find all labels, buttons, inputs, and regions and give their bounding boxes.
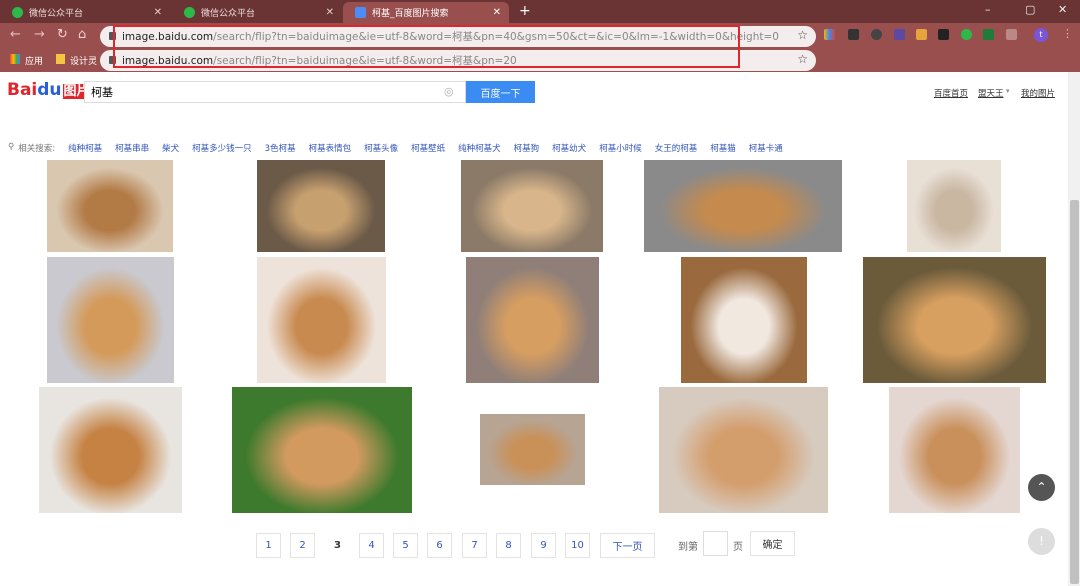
related-search-link[interactable]: 纯种柯基犬	[458, 142, 501, 154]
corgi-image-thumbnail[interactable]	[907, 160, 1001, 252]
confirm-button[interactable]: 确定	[750, 531, 795, 556]
camera-icon[interactable]: ◎	[444, 85, 454, 98]
folder-icon	[56, 54, 65, 64]
corgi-image-thumbnail[interactable]	[659, 387, 828, 513]
close-window-button[interactable]: ✕	[1058, 3, 1067, 16]
page-unit-label: 页	[733, 542, 743, 553]
wechat-icon	[184, 7, 195, 18]
link-baidu-home[interactable]: 百度首页	[934, 87, 968, 99]
bookmark-folder[interactable]: 设计灵	[70, 54, 97, 67]
extension-ia-icon[interactable]	[894, 29, 905, 40]
bookmark-star-icon[interactable]: ☆	[797, 28, 808, 42]
related-search-link[interactable]: 纯种柯基	[68, 142, 102, 154]
corgi-image-thumbnail[interactable]	[681, 257, 807, 383]
page-10-button[interactable]: 10	[565, 533, 590, 558]
baidu-paw-icon	[355, 7, 366, 18]
corgi-image-thumbnail[interactable]	[461, 160, 603, 252]
minimize-button[interactable]: –	[985, 3, 991, 16]
page-1-button[interactable]: 1	[256, 533, 281, 558]
search-icon: ⚲	[8, 142, 15, 152]
close-tab-icon[interactable]: ✕	[326, 7, 334, 18]
related-search-link[interactable]: 柯基头像	[364, 142, 398, 154]
page-number-input[interactable]	[703, 531, 728, 556]
goto-label: 到第	[678, 542, 698, 553]
corgi-image-thumbnail[interactable]	[863, 257, 1046, 383]
related-search-link[interactable]: 柯基壁纸	[411, 142, 445, 154]
feedback-button[interactable]: !	[1028, 528, 1055, 555]
corgi-image-thumbnail[interactable]	[466, 257, 599, 383]
extension-elephant-icon[interactable]	[871, 29, 882, 40]
close-tab-icon[interactable]: ✕	[154, 7, 162, 18]
related-search-link[interactable]: 柯基表情包	[309, 142, 352, 154]
maximize-button[interactable]: ▢	[1025, 3, 1035, 16]
related-search-link[interactable]: 柯基小时候	[599, 142, 642, 154]
tab-wechat-1[interactable]: 微信公众平台 ✕	[0, 2, 170, 23]
related-searches: ⚲ 相关搜索: 纯种柯基 柯基串串 柴犬 柯基多少钱一只 3色柯基 柯基表情包 柯基头像 柯基…	[8, 142, 783, 154]
corgi-image-thumbnail[interactable]	[47, 160, 173, 252]
related-search-link[interactable]: 3色柯基	[265, 142, 296, 154]
page-7-button[interactable]: 7	[462, 533, 487, 558]
related-search-link[interactable]: 柯基多少钱一只	[192, 142, 252, 154]
extension-icon[interactable]	[824, 29, 835, 40]
corgi-image-thumbnail[interactable]	[257, 257, 386, 383]
reload-icon[interactable]: ↻	[57, 27, 68, 42]
extension-pdf-icon[interactable]	[938, 29, 949, 40]
back-to-top-button[interactable]: ⌃	[1028, 474, 1055, 501]
tab-wechat-2[interactable]: 微信公众平台 ✕	[172, 2, 342, 23]
corgi-image-thumbnail[interactable]	[47, 257, 174, 383]
wechat-icon	[12, 7, 23, 18]
corgi-image-thumbnail[interactable]	[39, 387, 182, 513]
corgi-image-thumbnail[interactable]	[889, 387, 1020, 513]
page-5-button[interactable]: 5	[393, 533, 418, 558]
page-2-button[interactable]: 2	[290, 533, 315, 558]
corgi-image-thumbnail[interactable]	[644, 160, 842, 252]
extension-shield-icon[interactable]	[1006, 29, 1017, 40]
corgi-image-thumbnail[interactable]	[232, 387, 412, 513]
search-button[interactable]: 百度一下	[466, 81, 535, 103]
page-6-button[interactable]: 6	[427, 533, 452, 558]
chevron-down-icon[interactable]: ▾	[1006, 87, 1010, 95]
scrollbar-thumb[interactable]	[1070, 200, 1079, 584]
related-search-link[interactable]: 柴犬	[162, 142, 179, 154]
related-search-link[interactable]: 柯基猫	[710, 142, 736, 154]
forward-icon[interactable]: →	[34, 27, 45, 42]
link-user[interactable]: 盟天王	[978, 87, 1004, 99]
back-icon[interactable]: ←	[10, 27, 21, 42]
new-tab-button[interactable]: +	[519, 3, 531, 19]
tab-bar: 微信公众平台 ✕ 微信公众平台 ✕ 柯基_百度图片搜索 ✕ + – ▢ ✕	[0, 0, 1080, 23]
close-tab-icon[interactable]: ✕	[493, 7, 501, 18]
bookmark-star-icon[interactable]: ☆	[797, 52, 808, 66]
page-4-button[interactable]: 4	[359, 533, 384, 558]
extension-x-icon[interactable]	[848, 29, 859, 40]
search-input[interactable]	[84, 81, 466, 103]
related-search-link[interactable]: 柯基幼犬	[552, 142, 586, 154]
related-search-link[interactable]: 柯基狗	[514, 142, 540, 154]
bookmark-apps[interactable]: 应用	[25, 54, 43, 67]
extension-green-icon[interactable]	[961, 29, 972, 40]
link-my-images[interactable]: 我的图片	[1021, 87, 1055, 99]
profile-avatar[interactable]: t	[1034, 28, 1048, 42]
baidu-logo[interactable]: Baidu 图片	[7, 80, 91, 100]
extension-v-icon[interactable]	[983, 29, 994, 40]
tab-baidu-images[interactable]: 柯基_百度图片搜索 ✕	[343, 2, 509, 23]
apps-icon	[10, 54, 20, 64]
page-9-button[interactable]: 9	[531, 533, 556, 558]
related-search-link[interactable]: 柯基串串	[115, 142, 149, 154]
related-search-link[interactable]: 女王的柯基	[655, 142, 698, 154]
page-3-button: 3	[325, 533, 350, 558]
related-search-link[interactable]: 柯基卡通	[749, 142, 783, 154]
extension-chrome-icon[interactable]	[916, 29, 927, 40]
corgi-image-thumbnail[interactable]	[257, 160, 385, 252]
page-8-button[interactable]: 8	[496, 533, 521, 558]
menu-icon[interactable]: ⋮	[1062, 27, 1073, 40]
url-highlight-box	[113, 25, 740, 68]
corgi-image-thumbnail[interactable]	[480, 414, 585, 485]
next-page-button[interactable]: 下一页	[600, 533, 655, 558]
home-icon[interactable]: ⌂	[78, 27, 86, 42]
